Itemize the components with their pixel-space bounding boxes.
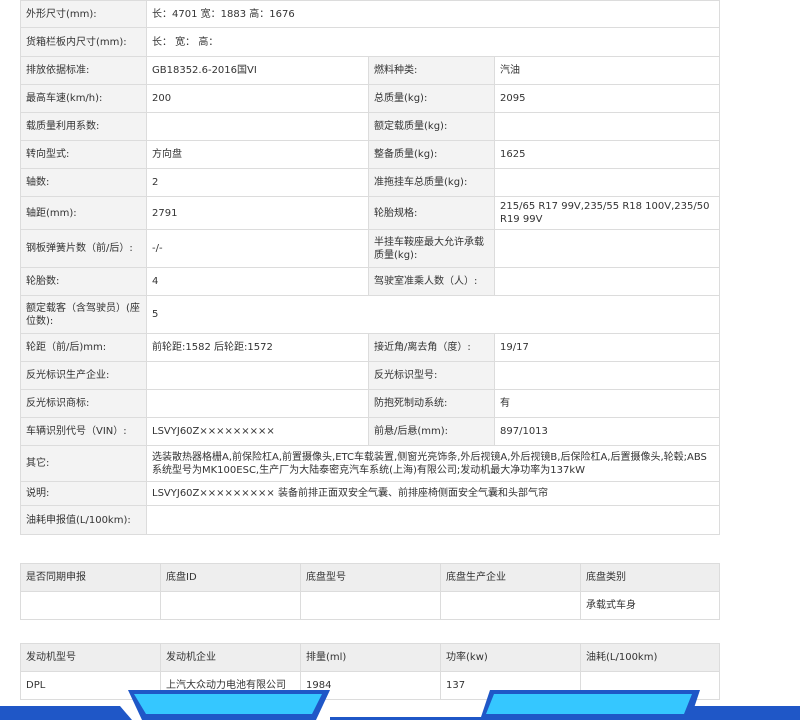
spec-value: 4: [146, 267, 369, 296]
spec-row: 反光标识商标: 防抱死制动系统: 有: [20, 389, 721, 418]
vehicle-spec-table: 外形尺寸(mm): 长：4701 宽：1883 高：1676 货箱栏板内尺寸(mm)…: [20, 0, 721, 535]
spec-value: LSVYJ60Z×××××××××: [146, 417, 369, 446]
chassis-header-cell: 底盘型号: [300, 563, 441, 592]
spec-label: 说明:: [20, 481, 147, 506]
spec-label: 油耗申报值(L/100km):: [20, 505, 147, 535]
spec-label: 整备质量(kg):: [368, 140, 495, 169]
spec-label: 转向型式:: [20, 140, 147, 169]
spec-value: [146, 361, 369, 390]
table-row: 承载式车身: [20, 591, 720, 620]
spec-row: 转向型式: 方向盘 整备质量(kg): 1625: [20, 140, 721, 169]
spec-value: 方向盘: [146, 140, 369, 169]
spec-value: LSVYJ60Z××××××××× 装备前排正面双安全气囊、前排座椅侧面安全气囊…: [145, 481, 721, 506]
spec-label: 最高车速(km/h):: [20, 84, 147, 113]
spec-label: 燃料种类:: [368, 56, 495, 85]
spec-label: 轴距(mm):: [20, 196, 147, 230]
spec-row: 油耗申报值(L/100km):: [20, 505, 721, 535]
chassis-header-cell: 底盘类别: [580, 563, 720, 592]
spec-label: 反光标识生产企业:: [20, 361, 147, 390]
spec-label: 防抱死制动系统:: [368, 389, 495, 418]
spec-value: 2095: [493, 84, 721, 113]
spec-value: 2791: [146, 196, 369, 230]
spec-value: 长： 宽： 高：: [145, 27, 721, 57]
spec-label: 准拖挂车总质量(kg):: [368, 168, 495, 197]
spec-value: [146, 389, 369, 418]
chassis-header-row: 是否同期申报 底盘ID 底盘型号 底盘生产企业 底盘类别: [20, 563, 720, 592]
spec-label: 排放依据标准:: [20, 56, 147, 85]
spec-label: 额定载客（含驾驶员）(座位数):: [20, 295, 147, 334]
spec-row: 载质量利用系数: 额定载质量(kg):: [20, 112, 721, 141]
spec-label: 钢板弹簧片数（前/后）:: [20, 229, 147, 268]
spec-value: GB18352.6-2016国VI: [146, 56, 369, 85]
spec-value: -/-: [146, 229, 369, 268]
spec-row: 轮胎数: 4 驾驶室准乘人数（人）:: [20, 267, 721, 296]
spec-row: 排放依据标准: GB18352.6-2016国VI 燃料种类: 汽油: [20, 56, 721, 85]
engine-header-cell: 发动机型号: [20, 643, 161, 672]
engine-header-cell: 油耗(L/100km): [580, 643, 720, 672]
spec-label: 反光标识商标:: [20, 389, 147, 418]
spec-row: 最高车速(km/h): 200 总质量(kg): 2095: [20, 84, 721, 113]
spec-row: 货箱栏板内尺寸(mm): 长： 宽： 高：: [20, 27, 721, 57]
spec-value: 5: [145, 295, 721, 334]
chassis-header-cell: 是否同期申报: [20, 563, 161, 592]
spec-row: 说明: LSVYJ60Z××××××××× 装备前排正面双安全气囊、前排座椅侧面安…: [20, 481, 721, 506]
chassis-header-cell: 底盘ID: [160, 563, 301, 592]
spec-value: 200: [146, 84, 369, 113]
spec-label: 反光标识型号:: [368, 361, 495, 390]
spec-label: 驾驶室准乘人数（人）:: [368, 267, 495, 296]
spec-label: 货箱栏板内尺寸(mm):: [20, 27, 147, 57]
chassis-cell: [20, 591, 161, 620]
spec-value: 215/65 R17 99V,235/55 R18 100V,235/50 R1…: [493, 196, 721, 230]
spec-label: 外形尺寸(mm):: [20, 0, 147, 28]
spec-row: 反光标识生产企业: 反光标识型号:: [20, 361, 721, 390]
spec-row: 钢板弹簧片数（前/后）: -/- 半挂车鞍座最大允许承载质量(kg):: [20, 229, 721, 268]
chassis-header-cell: 底盘生产企业: [440, 563, 581, 592]
spec-label: 轮距（前/后)mm:: [20, 333, 147, 362]
spec-value: 有: [493, 389, 721, 418]
spec-row: 车辆识别代号（VIN）: LSVYJ60Z××××××××× 前悬/后悬(mm): 8…: [20, 417, 721, 446]
spec-label: 车辆识别代号（VIN）:: [20, 417, 147, 446]
spec-value: 897/1013: [493, 417, 721, 446]
chassis-cell: 承载式车身: [580, 591, 720, 620]
spec-label: 总质量(kg):: [368, 84, 495, 113]
spec-value: [493, 229, 721, 268]
spec-value: [145, 505, 721, 535]
spec-value: 汽油: [493, 56, 721, 85]
spec-value: [493, 112, 721, 141]
spec-label: 轴数:: [20, 168, 147, 197]
spec-label: 载质量利用系数:: [20, 112, 147, 141]
bottom-decoration-banner: [0, 690, 800, 720]
engine-header-cell: 排量(ml): [300, 643, 441, 672]
spec-row: 轴数: 2 准拖挂车总质量(kg):: [20, 168, 721, 197]
spec-value: [493, 361, 721, 390]
spec-label: 半挂车鞍座最大允许承载质量(kg):: [368, 229, 495, 268]
spec-row: 轴距(mm): 2791 轮胎规格: 215/65 R17 99V,235/55 R1…: [20, 196, 721, 230]
spec-label: 轮胎数:: [20, 267, 147, 296]
chassis-cell: [440, 591, 581, 620]
spec-label: 其它:: [20, 445, 147, 482]
spec-row: 其它: 选装散热器格栅A,前保险杠A,前置摄像头,ETC车载装置,侧窗光亮饰条,外…: [20, 445, 721, 482]
spec-value: [493, 168, 721, 197]
chassis-cell: [160, 591, 301, 620]
spec-value: 选装散热器格栅A,前保险杠A,前置摄像头,ETC车载装置,侧窗光亮饰条,外后视镜…: [145, 445, 721, 482]
spec-label: 前悬/后悬(mm):: [368, 417, 495, 446]
spec-label: 轮胎规格:: [368, 196, 495, 230]
spec-value: 前轮距:1582 后轮距:1572: [146, 333, 369, 362]
engine-header-cell: 发动机企业: [160, 643, 301, 672]
spec-row: 外形尺寸(mm): 长：4701 宽：1883 高：1676: [20, 0, 721, 28]
spec-value: 2: [146, 168, 369, 197]
spec-row: 轮距（前/后)mm: 前轮距:1582 后轮距:1572 接近角/离去角（度）: 19…: [20, 333, 721, 362]
spec-value: 1625: [493, 140, 721, 169]
spec-row: 额定载客（含驾驶员）(座位数): 5: [20, 295, 721, 334]
spec-label: 接近角/离去角（度）:: [368, 333, 495, 362]
engine-header-row: 发动机型号 发动机企业 排量(ml) 功率(kw) 油耗(L/100km): [20, 643, 720, 672]
engine-header-cell: 功率(kw): [440, 643, 581, 672]
spec-value: [493, 267, 721, 296]
spec-value: 长：4701 宽：1883 高：1676: [145, 0, 721, 28]
spec-label: 额定载质量(kg):: [368, 112, 495, 141]
chassis-table: 是否同期申报 底盘ID 底盘型号 底盘生产企业 底盘类别 承载式车身: [20, 563, 720, 620]
spec-value: 19/17: [493, 333, 721, 362]
chassis-cell: [300, 591, 441, 620]
spec-value: [146, 112, 369, 141]
